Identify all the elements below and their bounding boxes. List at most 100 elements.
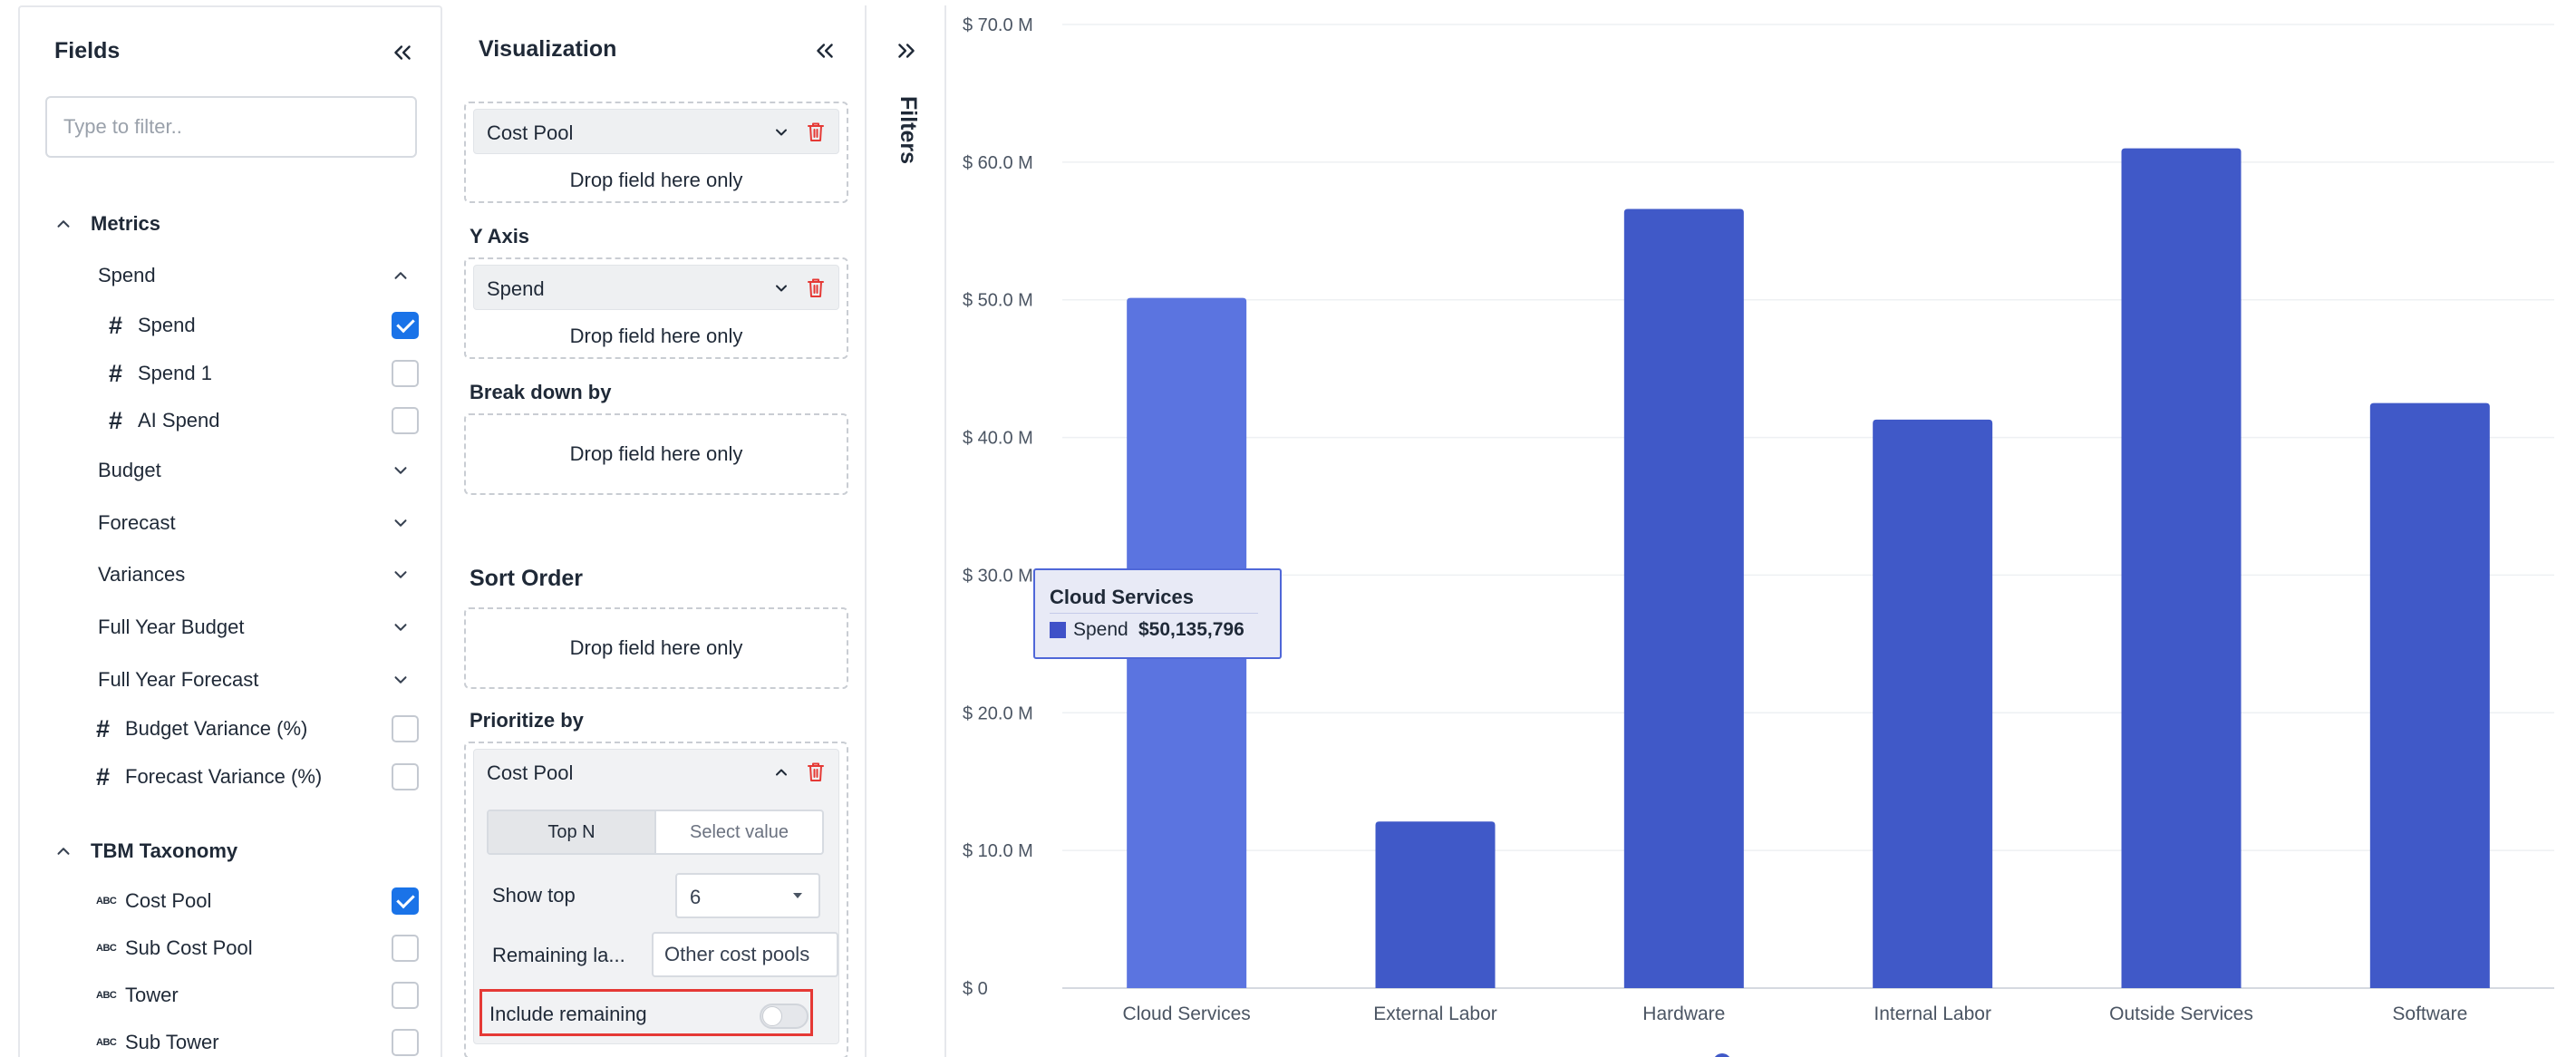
variances-group-header[interactable]: Variances [20, 552, 442, 597]
field-item[interactable]: # Spend [20, 303, 442, 348]
field-item[interactable]: # AI Spend [20, 398, 442, 443]
text-field-icon: ABC [96, 943, 117, 954]
field-checkbox[interactable] [392, 407, 419, 434]
visualization-panel: Visualization Cost Pool Drop field here … [442, 5, 867, 1057]
tooltip-series-name: Spend [1073, 619, 1128, 640]
include-remaining-toggle[interactable] [760, 1004, 809, 1029]
field-checkbox[interactable] [392, 360, 419, 387]
drop-hint: Drop field here only [569, 325, 743, 347]
drop-hint: Drop field here only [569, 169, 743, 191]
trash-icon[interactable] [804, 760, 828, 785]
tooltip-series-value: $50,135,796 [1138, 619, 1244, 640]
field-item[interactable]: # Forecast Variance (%) [20, 754, 442, 800]
field-item[interactable]: ABC Cost Pool [20, 878, 442, 924]
collapse-fields-icon[interactable] [384, 34, 421, 71]
fields-panel: Fields Metrics Spend # Spend # Spend 1 #… [18, 5, 442, 1057]
field-label: Spend [138, 314, 196, 336]
field-label: Tower [125, 984, 179, 1006]
field-item[interactable]: ABC Sub Tower [20, 1020, 442, 1057]
breakdown-dropzone[interactable]: Drop field here only [464, 413, 848, 495]
number-field-icon: # [96, 762, 111, 790]
chevron-up-icon [51, 211, 76, 237]
y-axis-dropzone[interactable]: Spend Drop field here only [464, 257, 848, 359]
field-label: Spend 1 [138, 362, 212, 384]
prioritize-dropzone[interactable]: Cost Pool Top N Select value Show top 6 … [464, 742, 848, 1057]
number-field-icon: # [109, 406, 123, 434]
prioritize-mode-toggle: Top N Select value [487, 810, 824, 855]
field-filter-input[interactable] [45, 96, 417, 158]
bar [2369, 402, 2490, 988]
tooltip-title: Cloud Services [1050, 586, 1194, 608]
field-item[interactable]: ABC Tower [20, 973, 442, 1018]
x-axis-dropzone[interactable]: Cost Pool Drop field here only [464, 102, 848, 203]
spend-group-header[interactable]: Spend [20, 253, 442, 298]
fields-title: Fields [54, 38, 121, 63]
collapse-visualization-icon[interactable] [807, 33, 843, 69]
chevron-down-icon[interactable] [770, 121, 793, 144]
remaining-label: Remaining la... [492, 944, 625, 966]
field-label: Sub Tower [125, 1031, 219, 1053]
y-tick-label: $ 70.0 M [963, 15, 1033, 35]
x-tick-label: Cloud Services [1123, 1004, 1251, 1024]
drop-hint: Drop field here only [569, 636, 743, 659]
y-tick-label: $ 60.0 M [963, 153, 1033, 173]
x-axis-field-pill[interactable]: Cost Pool [473, 109, 839, 154]
show-top-select[interactable]: 6 [675, 873, 820, 918]
chart-tooltip: Cloud Services Spend $50,135,796 [1033, 568, 1282, 659]
group-label: Full Year Budget [98, 616, 245, 638]
prioritize-field-card: Cost Pool Top N Select value Show top 6 … [473, 749, 839, 1044]
field-checkbox[interactable] [392, 935, 419, 962]
full-year-budget-group-header[interactable]: Full Year Budget [20, 605, 442, 650]
trash-icon[interactable] [804, 120, 828, 145]
field-checkbox[interactable] [392, 887, 419, 915]
remaining-label-input[interactable]: Other cost pools [652, 932, 838, 977]
metrics-group-header[interactable]: Metrics [20, 201, 442, 247]
bar [1873, 419, 1993, 989]
y-tick-label: $ 40.0 M [963, 429, 1033, 449]
toggle-knob [762, 1006, 782, 1026]
field-label: Forecast Variance (%) [125, 765, 323, 788]
field-item[interactable]: # Spend 1 [20, 351, 442, 396]
bar [1623, 208, 1744, 988]
field-checkbox[interactable] [392, 763, 419, 790]
trash-icon[interactable] [804, 276, 828, 301]
filters-title: Filters [896, 96, 921, 165]
top-n-option[interactable]: Top N [489, 811, 656, 853]
field-label: Budget Variance (%) [125, 717, 308, 740]
prioritize-field-label: Cost Pool [487, 761, 574, 784]
taxonomy-group-header[interactable]: TBM Taxonomy [20, 829, 442, 874]
bar [2121, 148, 2242, 988]
sort-order-dropzone[interactable]: Drop field here only [464, 607, 848, 689]
metrics-group-label: Metrics [91, 212, 161, 235]
field-checkbox[interactable] [392, 312, 419, 339]
x-tick-label: Outside Services [2109, 1004, 2253, 1024]
taxonomy-group-label: TBM Taxonomy [91, 839, 238, 862]
field-checkbox[interactable] [392, 1029, 419, 1056]
chevron-down-icon [388, 615, 413, 640]
visualization-title: Visualization [479, 36, 617, 62]
y-tick-label: $ 50.0 M [963, 291, 1033, 311]
expand-filters-icon[interactable] [888, 33, 925, 69]
field-item[interactable]: ABC Sub Cost Pool [20, 926, 442, 971]
field-checkbox[interactable] [392, 982, 419, 1009]
report-builder: Fields Metrics Spend # Spend # Spend 1 #… [0, 0, 2576, 1057]
legend-marker [1715, 1053, 1729, 1057]
text-field-icon: ABC [96, 1037, 117, 1048]
x-tick-label: Internal Labor [1874, 1004, 1991, 1024]
group-label: Full Year Forecast [98, 668, 259, 691]
spend-group-label: Spend [98, 264, 156, 286]
field-checkbox[interactable] [392, 715, 419, 742]
group-label: Variances [98, 563, 186, 586]
tooltip-series-swatch [1050, 622, 1066, 638]
field-label: Sub Cost Pool [125, 936, 253, 959]
filters-panel: Filters [867, 5, 946, 1057]
forecast-group-header[interactable]: Forecast [20, 500, 442, 546]
y-axis-field-pill[interactable]: Spend [473, 265, 839, 310]
include-remaining-row: Include remaining [479, 989, 813, 1036]
chevron-up-icon[interactable] [770, 761, 793, 784]
budget-group-header[interactable]: Budget [20, 448, 442, 493]
full-year-forecast-group-header[interactable]: Full Year Forecast [20, 657, 442, 703]
field-item[interactable]: # Budget Variance (%) [20, 706, 442, 752]
select-value-option[interactable]: Select value [656, 811, 822, 853]
chevron-down-icon[interactable] [770, 276, 793, 300]
